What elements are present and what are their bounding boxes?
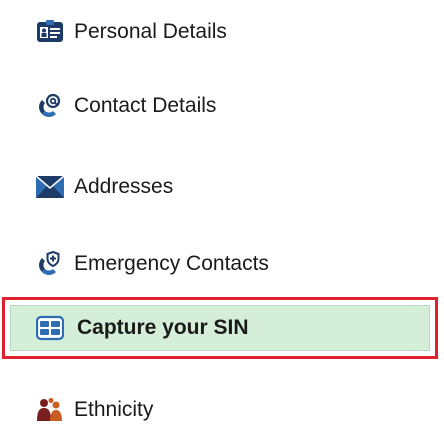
menu-item-label: Personal Details bbox=[74, 20, 227, 43]
contact-phone-icon bbox=[36, 92, 64, 120]
menu-item-ethnicity[interactable]: Ethnicity bbox=[0, 384, 444, 436]
id-card-icon bbox=[36, 18, 64, 46]
menu-item-label: Ethnicity bbox=[74, 398, 154, 421]
menu-item-emergency-contacts[interactable]: Emergency Contacts bbox=[0, 238, 444, 290]
menu-item-contact-details[interactable]: Contact Details bbox=[0, 80, 444, 132]
menu-item-personal-details[interactable]: Personal Details bbox=[0, 6, 444, 58]
sin-card-icon bbox=[36, 314, 64, 342]
emergency-contact-icon bbox=[36, 250, 64, 278]
menu-item-addresses[interactable]: Addresses bbox=[0, 161, 444, 213]
menu-item-label: Emergency Contacts bbox=[74, 252, 269, 275]
envelope-icon bbox=[36, 173, 64, 201]
profile-section-menu: Personal Details Contact Details Address… bbox=[0, 0, 444, 448]
menu-item-label: Capture your SIN bbox=[77, 316, 249, 339]
menu-item-label: Contact Details bbox=[74, 94, 217, 117]
menu-item-capture-your-sin[interactable]: Capture your SIN bbox=[2, 297, 438, 359]
menu-item-label: Addresses bbox=[74, 175, 174, 198]
people-icon bbox=[36, 396, 64, 424]
